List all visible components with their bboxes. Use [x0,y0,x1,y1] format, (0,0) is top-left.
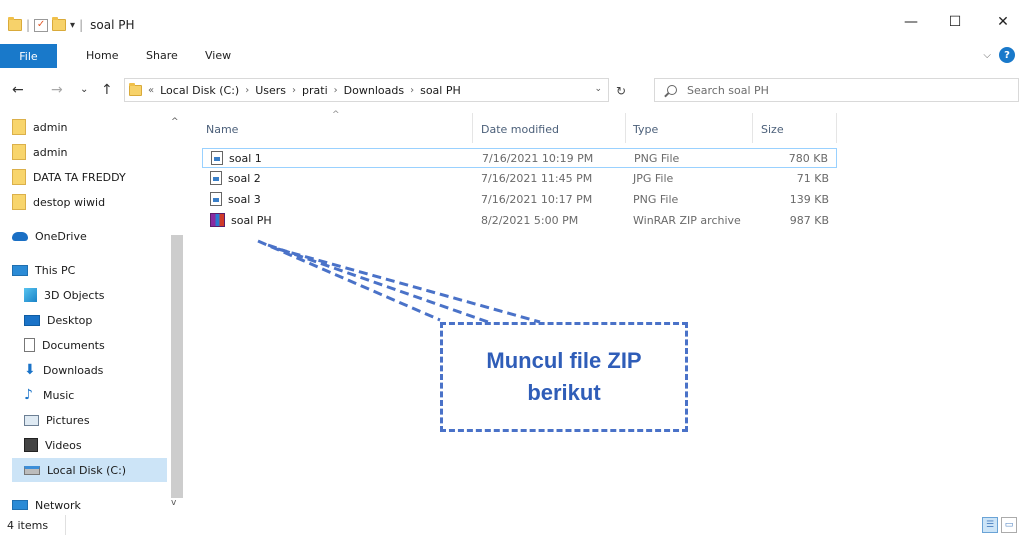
annotation-text: Muncul file ZIP berikut [486,345,641,409]
status-divider [65,515,66,535]
annotation-line-1: Muncul file ZIP [486,348,642,373]
annotation-callout: Muncul file ZIP berikut [440,322,688,432]
large-icons-view-icon[interactable]: ▭ [1001,517,1017,533]
annotation-pointer [257,239,541,324]
details-view-icon[interactable]: ☰ [982,517,998,533]
annotation-line-2: berikut [527,380,601,405]
status-item-count: 4 items [7,519,49,532]
